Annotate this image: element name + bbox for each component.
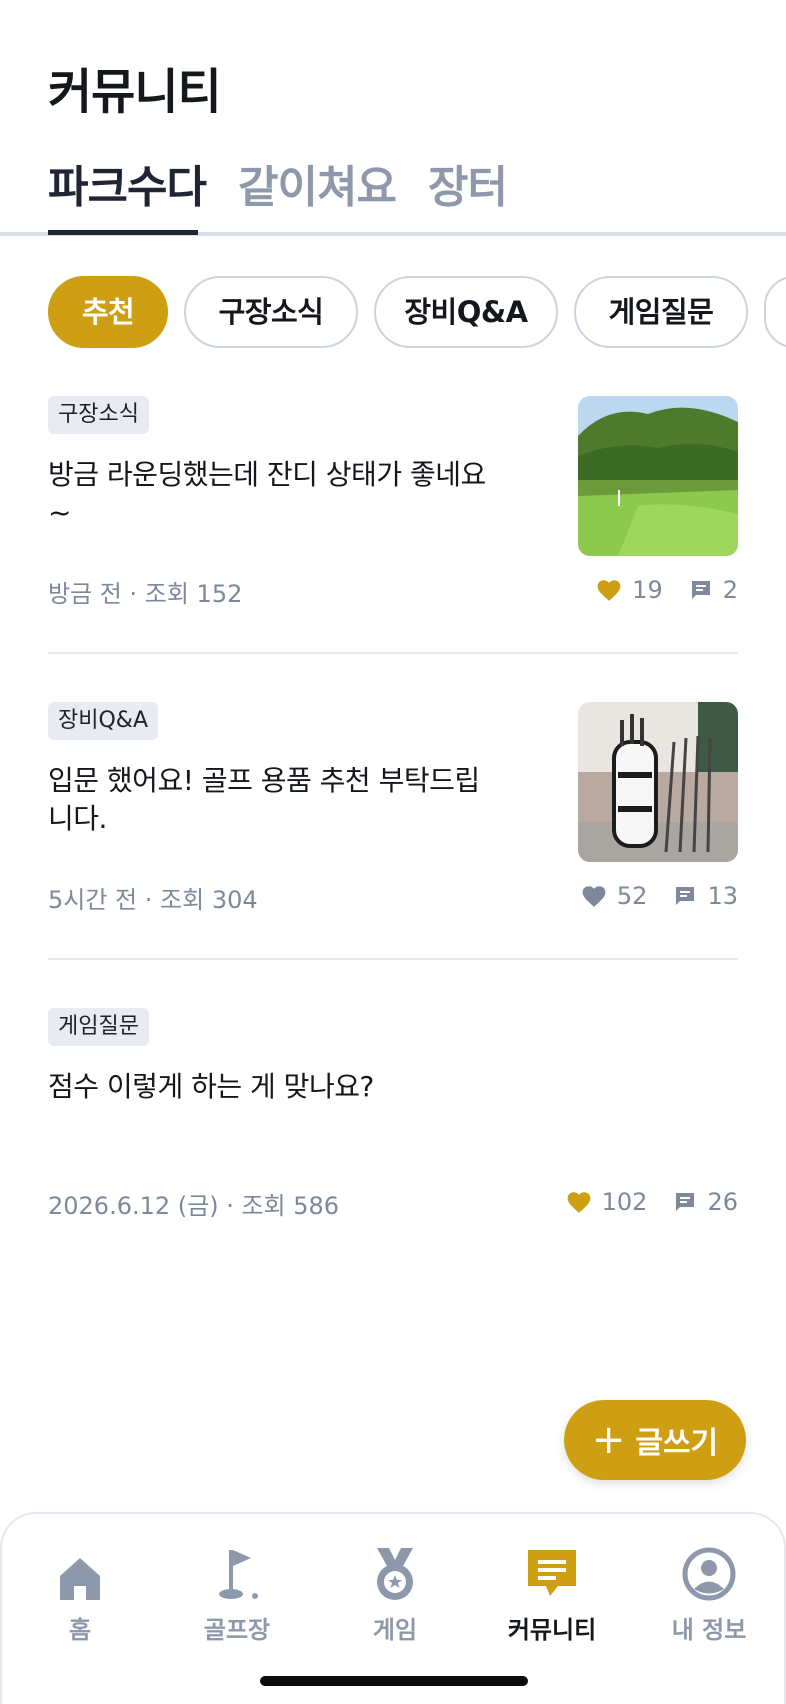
tab-active-underline [48, 230, 198, 235]
post-tag: 게임질문 [48, 1008, 149, 1046]
nav-label: 내 정보 [671, 1616, 747, 1644]
chip-game-question[interactable]: 게임질문 [574, 276, 748, 348]
post-title: 점수 이렇게 하는 게 맞나요? [48, 1070, 374, 1103]
chip-equipment-qa[interactable]: 장비Q&A [374, 276, 558, 348]
post-meta: 2026.6.12 (금) · 조회 586 [48, 1192, 340, 1220]
post-item[interactable]: 구장소식 방금 라운딩했는데 잔디 상태가 좋네요~ 방금 전 · 조회 152… [48, 396, 738, 616]
like-count-value: 19 [632, 576, 663, 604]
nav-label: 홈 [68, 1616, 92, 1644]
nav-label: 게임 [372, 1616, 418, 1644]
heart-icon [597, 580, 621, 601]
post-thumbnail [578, 702, 738, 862]
post-stats: 19 2 [570, 574, 738, 606]
chip-course-news[interactable]: 구장소식 [184, 276, 358, 348]
post-meta: 5시간 전 · 조회 304 [48, 886, 258, 914]
nav-label: 커뮤니티 [507, 1616, 597, 1644]
medal-icon [377, 1548, 413, 1600]
post-meta: 방금 전 · 조회 152 [48, 580, 243, 608]
divider [48, 652, 738, 654]
home-indicator [260, 1676, 528, 1686]
like-count[interactable]: 52 [581, 882, 648, 910]
comment-count[interactable]: 26 [673, 1188, 738, 1216]
nav-item-golf-course[interactable]: 골프장 [172, 1542, 302, 1645]
post-thumbnail [578, 396, 738, 556]
heart-icon [582, 886, 606, 907]
tab-together[interactable]: 같이쳐요 [238, 160, 397, 216]
chip-recommended[interactable]: 추천 [48, 276, 168, 348]
comment-icon [676, 1193, 695, 1211]
chat-icon [528, 1550, 576, 1596]
like-count[interactable]: 102 [566, 1188, 648, 1216]
divider [48, 958, 738, 960]
comment-count-value: 2 [722, 576, 738, 604]
nav-label: 골프장 [203, 1616, 271, 1644]
comment-icon [691, 581, 710, 599]
post-tag: 장비Q&A [48, 702, 159, 740]
home-icon [60, 1558, 100, 1600]
profile-icon [682, 1547, 736, 1601]
chip-more[interactable] [764, 276, 786, 348]
heart-icon [567, 1192, 591, 1213]
nav-item-community[interactable]: 커뮤니티 [487, 1542, 617, 1645]
post-item[interactable]: 장비Q&A 입문 했어요! 골프 용품 추천 부탁드립니다. 5시간 전 · 조… [48, 702, 738, 922]
comment-count[interactable]: 2 [689, 576, 738, 604]
page-title: 커뮤니티 [48, 64, 222, 120]
tab-parksuda[interactable]: 파크수다 [48, 160, 207, 216]
comment-count-value: 26 [707, 1188, 738, 1216]
tab-bar: 파크수다 같이쳐요 장터 [0, 160, 786, 236]
write-post-label: 글쓰기 [635, 1426, 719, 1461]
comment-count-value: 13 [707, 882, 738, 910]
post-tag: 구장소식 [48, 396, 149, 434]
golf-flag-icon [219, 1550, 258, 1599]
category-chips: 추천 구장소식 장비Q&A 게임질문 [48, 276, 786, 348]
like-count[interactable]: 19 [596, 576, 663, 604]
post-stats: 102 26 [540, 1186, 738, 1218]
plus-icon: + [591, 1417, 626, 1463]
nav-item-my-info[interactable]: 내 정보 [644, 1542, 774, 1645]
comment-count[interactable]: 13 [673, 882, 738, 910]
nav-item-game[interactable]: 게임 [330, 1542, 460, 1645]
nav-item-home[interactable]: 홈 [15, 1542, 145, 1645]
post-item[interactable]: 게임질문 점수 이렇게 하는 게 맞나요? 2026.6.12 (금) · 조회… [48, 1008, 738, 1228]
tab-market[interactable]: 장터 [428, 160, 508, 216]
post-title: 방금 라운딩했는데 잔디 상태가 좋네요~ [48, 458, 486, 529]
like-count-value: 52 [616, 882, 648, 910]
comment-icon [676, 887, 695, 905]
post-title: 입문 했어요! 골프 용품 추천 부탁드립니다. [48, 764, 480, 835]
post-stats: 52 13 [555, 880, 738, 912]
write-post-button[interactable]: + 글쓰기 [564, 1400, 746, 1480]
like-count-value: 102 [601, 1188, 648, 1216]
